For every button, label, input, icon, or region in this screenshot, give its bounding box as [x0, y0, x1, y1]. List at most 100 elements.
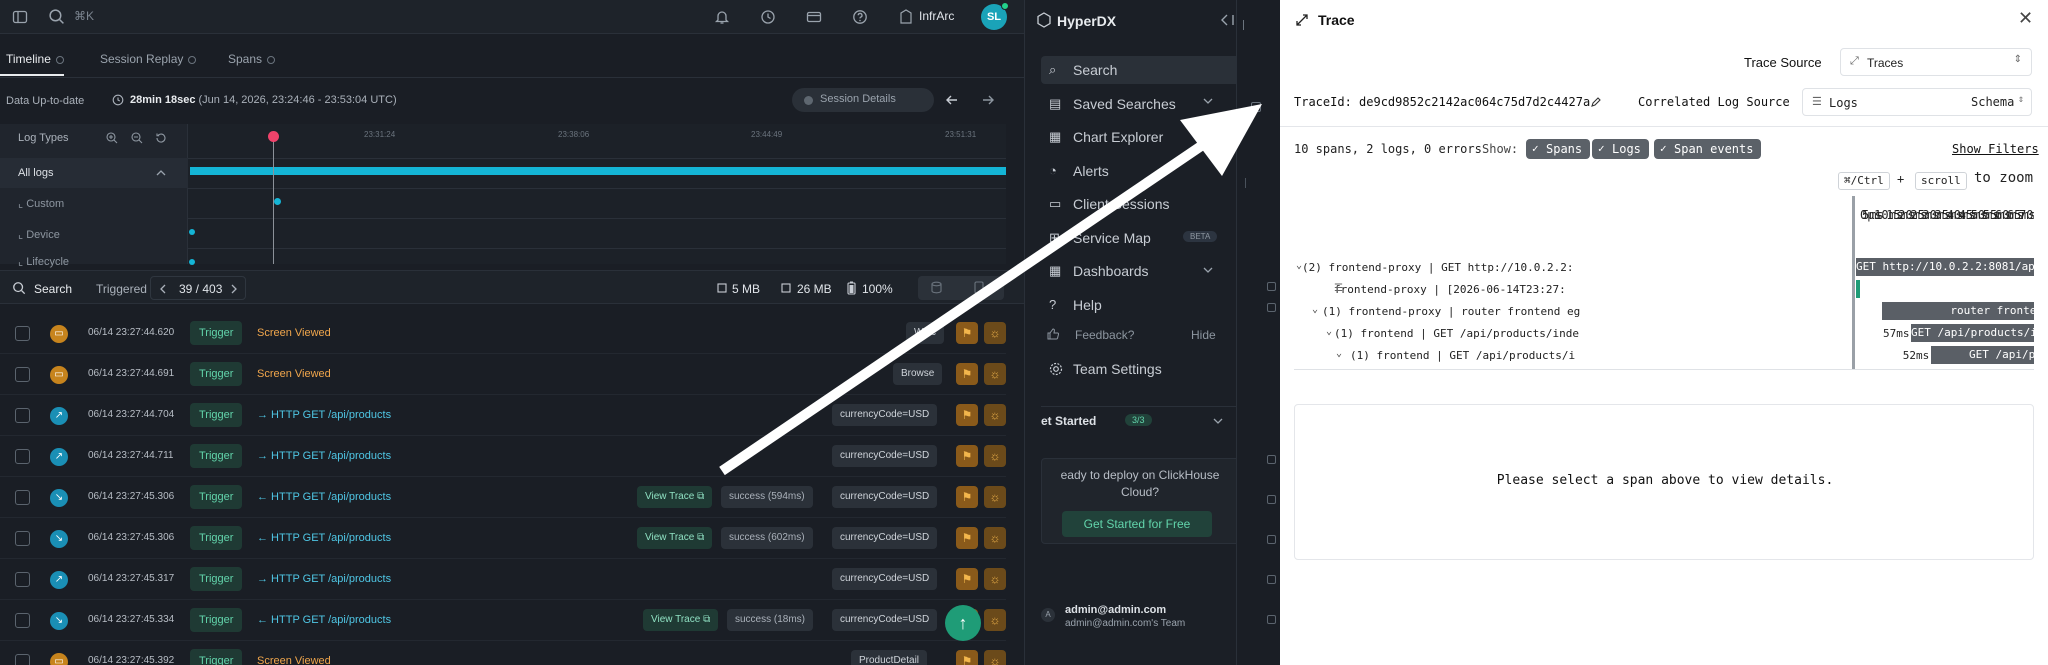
flag-icon[interactable]: ⚑	[956, 404, 978, 426]
chevron-left-icon[interactable]	[159, 284, 166, 294]
billing-icon[interactable]	[806, 9, 822, 25]
filter-checkbox[interactable]	[1267, 455, 1276, 464]
sun-icon[interactable]: ☼	[984, 322, 1006, 344]
log-type-custom[interactable]: ⌞ Custom	[18, 197, 64, 210]
view-trace-button[interactable]: View Trace ⧉	[637, 527, 713, 549]
table-row[interactable]: ↘ 06/14 23:27:45.306 Trigger ← HTTP GET /ap…	[0, 518, 1006, 559]
row-checkbox[interactable]	[15, 408, 30, 423]
sun-icon[interactable]: ☼	[984, 650, 1006, 665]
flag-icon[interactable]: ⚑	[956, 486, 978, 508]
span-bar[interactable]: GET /api/products/index	[1930, 346, 2034, 364]
sun-icon[interactable]: ☼	[984, 609, 1006, 631]
chevron-down-icon[interactable]	[1203, 267, 1213, 274]
row-attribute-pill[interactable]: currencyCode=USD	[832, 404, 938, 426]
row-message[interactable]: ← HTTP GET /api/products	[257, 614, 391, 626]
row-message[interactable]: → HTTP GET /api/products	[257, 573, 391, 585]
bell-icon[interactable]	[714, 9, 730, 25]
span-bar[interactable]: GET /api/products/index http://10.0.2.2:…	[1911, 324, 2034, 342]
row-checkbox[interactable]	[15, 531, 30, 546]
table-row[interactable]: ▭ 06/14 23:27:45.392 Trigger Screen Viewed ☼…	[0, 641, 1006, 665]
span-row-label[interactable]: (1) frontend | GET /api/products/inde	[1334, 327, 1579, 340]
chevron-down-icon[interactable]	[1213, 418, 1223, 425]
filter-checkbox[interactable]	[1267, 535, 1276, 544]
show-filters-link[interactable]: Show Filters	[1952, 142, 2039, 156]
view-trace-button[interactable]: View Trace ⧉	[637, 486, 713, 508]
tab-session-replay[interactable]: Session Replay	[100, 52, 197, 66]
playhead-handle[interactable]	[268, 131, 279, 142]
row-checkbox[interactable]	[15, 613, 30, 628]
chevron-down-icon[interactable]: ⌄	[1326, 326, 1332, 337]
row-attribute-pill[interactable]: Welc	[906, 322, 945, 344]
table-row[interactable]: ▭ 06/14 23:27:44.691 Trigger Screen Viewed ☼…	[0, 354, 1006, 395]
row-checkbox[interactable]	[15, 654, 30, 665]
zoom-out-icon[interactable]	[131, 132, 143, 144]
feedback-link[interactable]: Feedback?	[1075, 328, 1134, 342]
reset-icon[interactable]	[155, 132, 167, 144]
table-row[interactable]: ↘ 06/14 23:27:45.334 Trigger ← HTTP GET /ap…	[0, 600, 1006, 641]
row-attribute-pill[interactable]: ProductDetail	[851, 650, 928, 665]
get-started-free-button[interactable]: Get Started for Free	[1062, 511, 1212, 537]
row-attribute-pill[interactable]: Browse	[893, 363, 943, 385]
table-row[interactable]: ▭ 06/14 23:27:44.620 Trigger Screen Viewed ☼…	[0, 313, 1006, 354]
filter-checkbox[interactable]	[1267, 282, 1276, 291]
scroll-to-top-button[interactable]: ↑	[945, 605, 981, 641]
row-checkbox[interactable]	[15, 490, 30, 505]
span-row-label[interactable]: (2) frontend-proxy | GET http://10.0.2.2…	[1302, 261, 1574, 274]
hide-feedback-link[interactable]: Hide	[1191, 328, 1216, 342]
zoom-in-icon[interactable]	[106, 132, 118, 144]
triggered-filter[interactable]: Triggered	[96, 282, 147, 296]
flag-icon[interactable]: ⚑	[956, 650, 978, 665]
chevron-down-icon[interactable]: ⌄	[1336, 348, 1342, 359]
correlated-log-source-select[interactable]: ☰ Logs Schema ⇕	[1802, 88, 2032, 116]
chevron-right-icon[interactable]	[231, 284, 238, 294]
logs-toggle[interactable]: ✓ Logs	[1592, 139, 1649, 159]
tab-spans[interactable]: Spans	[228, 52, 276, 66]
span-bar[interactable]: GET http://10.0.2.2:8081/api/products?cu…	[1856, 258, 2034, 276]
team-settings-link[interactable]: Team Settings	[1073, 361, 1162, 377]
flag-icon[interactable]: ⚑	[956, 527, 978, 549]
close-icon[interactable]: ✕	[2018, 8, 2033, 29]
trace-source-select[interactable]: ⤢ Traces ⇕	[1840, 48, 2032, 76]
row-attribute-pill[interactable]: currencyCode=USD	[832, 527, 938, 549]
table-row[interactable]: ↗ 06/14 23:27:44.704 Trigger → HTTP GET /ap…	[0, 395, 1006, 436]
chevron-down-icon[interactable]	[1203, 98, 1213, 105]
settings-icon[interactable]	[1049, 362, 1063, 376]
search-icon[interactable]	[48, 8, 65, 25]
flag-icon[interactable]: ⚑	[956, 322, 978, 344]
spans-toggle[interactable]: ✓ Spans	[1526, 139, 1591, 159]
span-bar[interactable]: router frontend egress	[1882, 302, 2034, 320]
row-message[interactable]: → HTTP GET /api/products	[257, 409, 391, 421]
row-message[interactable]: Screen Viewed	[257, 327, 331, 339]
span-row-label[interactable]: (1) frontend | GET /api/products/i	[1350, 349, 1575, 362]
view-trace-button[interactable]: View Trace ⧉	[643, 609, 719, 631]
session-details-button[interactable]: Session Details	[792, 88, 934, 112]
filter-checkbox[interactable]	[1267, 575, 1276, 584]
edit-icon[interactable]	[1590, 96, 1602, 108]
sun-icon[interactable]: ☼	[984, 363, 1006, 385]
row-message[interactable]: Screen Viewed	[257, 655, 331, 665]
sun-icon[interactable]: ☼	[984, 404, 1006, 426]
sun-icon[interactable]: ☼	[984, 445, 1006, 467]
row-attribute-pill[interactable]: currencyCode=USD	[832, 486, 938, 508]
database-icon[interactable]	[930, 281, 943, 294]
row-message[interactable]: ← HTTP GET /api/products	[257, 532, 391, 544]
row-message[interactable]: Screen Viewed	[257, 368, 331, 380]
tab-timeline[interactable]: Timeline	[6, 52, 64, 66]
span-bar[interactable]	[1856, 280, 1860, 298]
sidebar-toggle-icon[interactable]	[12, 9, 28, 25]
span-row-label[interactable]: (1) frontend-proxy | router frontend eg	[1322, 305, 1580, 318]
expand-icon[interactable]	[1296, 14, 1308, 26]
row-attribute-pill[interactable]: currencyCode=USD	[832, 445, 938, 467]
history-icon[interactable]	[760, 9, 776, 25]
chevron-up-icon[interactable]	[156, 169, 166, 177]
log-type-device[interactable]: ⌞ Device	[18, 228, 60, 241]
flag-icon[interactable]: ⚑	[956, 363, 978, 385]
table-row[interactable]: ↗ 06/14 23:27:44.711 Trigger → HTTP GET /ap…	[0, 436, 1006, 477]
arrow-right-icon[interactable]	[980, 92, 996, 108]
org-switcher[interactable]: InfrArc	[919, 9, 954, 23]
table-row[interactable]: ↗ 06/14 23:27:45.317 Trigger → HTTP GET /ap…	[0, 559, 1006, 600]
sun-icon[interactable]: ☼	[984, 568, 1006, 590]
help-icon[interactable]	[852, 9, 868, 25]
device-icon[interactable]	[974, 281, 984, 294]
chevron-down-icon[interactable]: ⌄	[1296, 260, 1302, 271]
